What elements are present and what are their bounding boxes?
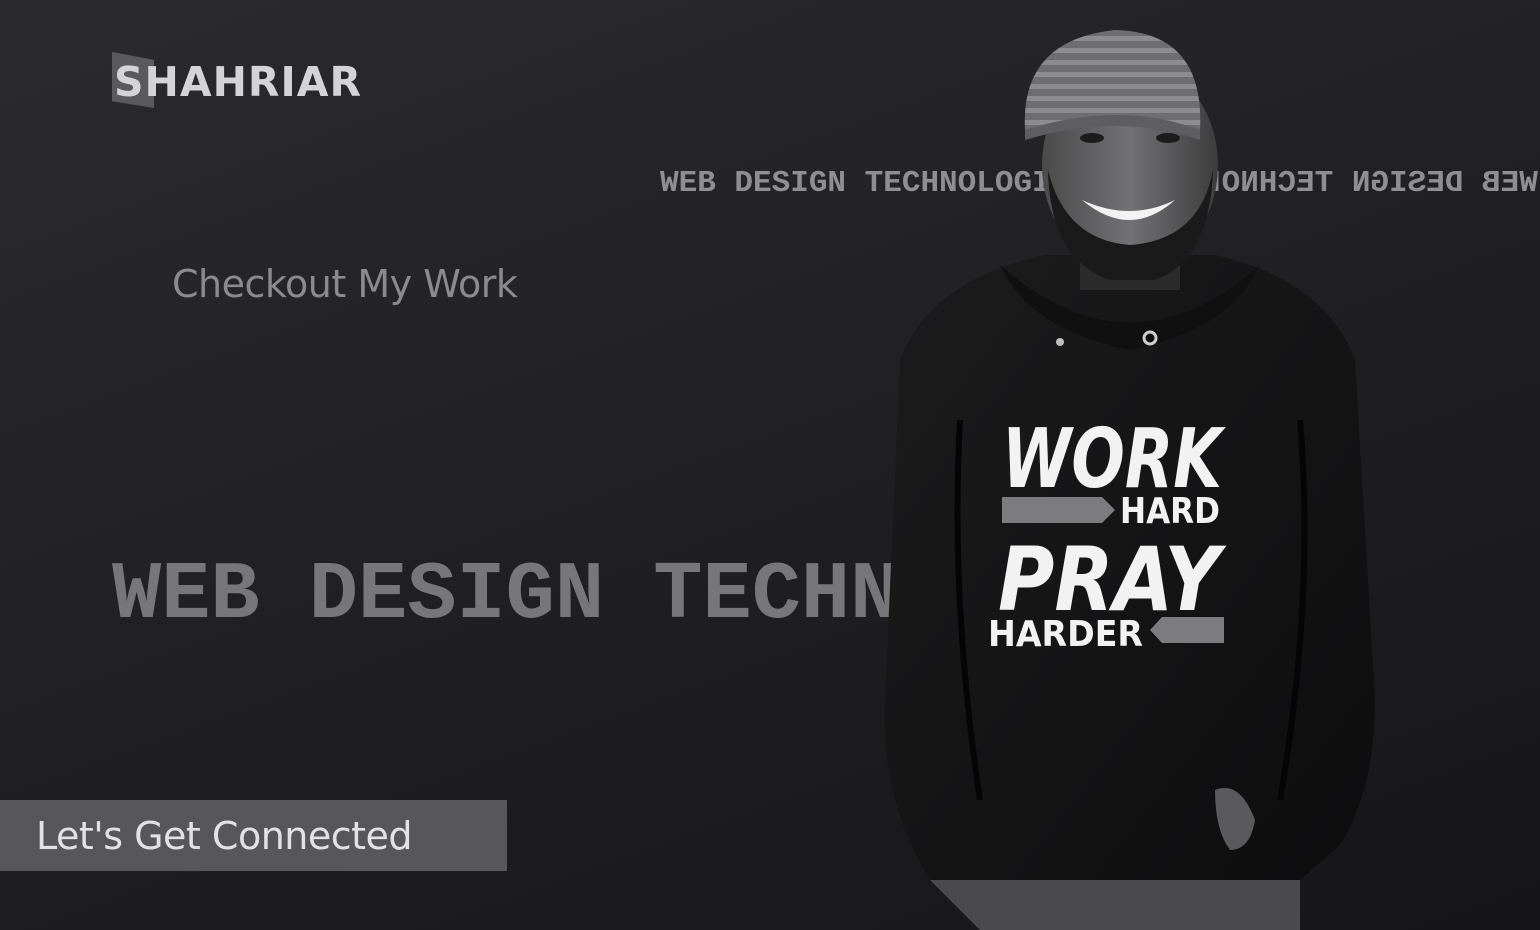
shirt-text-hard: HARD [1120, 491, 1220, 532]
shirt-text-harder: HARDER [988, 614, 1143, 655]
logo-text: SHAHRIAR [114, 58, 363, 106]
brand-logo[interactable]: SHAHRIAR [112, 52, 361, 112]
portrait-photo: WORK HARD PRAY HARDER [884, 30, 1375, 930]
get-connected-button[interactable]: Let's Get Connected [0, 800, 507, 871]
checkout-work-link[interactable]: Checkout My Work [172, 262, 518, 306]
shirt-print: WORK HARD PRAY HARDER [988, 412, 1227, 655]
hero-page: SHAHRIAR WEB DESIGN TECHNOLOGIST WEB DES… [0, 0, 1540, 930]
